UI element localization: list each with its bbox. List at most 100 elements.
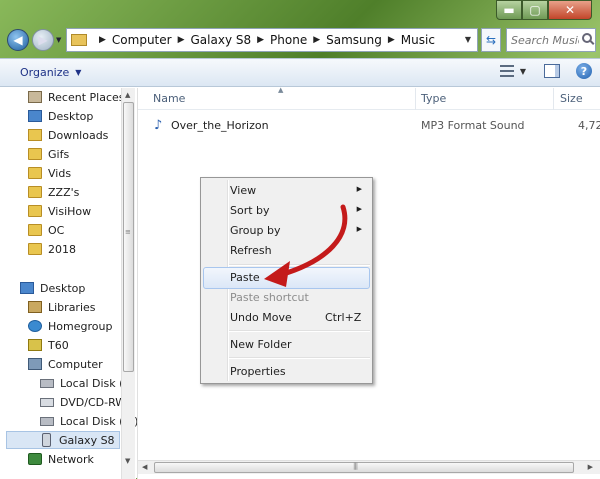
more-options-icon[interactable]: ▼ bbox=[520, 67, 526, 76]
breadcrumb-phone[interactable]: Phone bbox=[270, 33, 307, 47]
menu-item-new-folder[interactable]: New Folder bbox=[203, 334, 370, 356]
sidebar-item-t60[interactable]: T60 bbox=[28, 336, 69, 354]
sidebar-item-computer[interactable]: Computer bbox=[28, 355, 103, 373]
local-disk-icon bbox=[40, 378, 54, 388]
file-type: MP3 Format Sound bbox=[421, 119, 525, 132]
sidebar-item-homegroup[interactable]: Homegroup bbox=[28, 317, 112, 335]
computer-icon bbox=[28, 358, 42, 370]
address-bar[interactable]: ▶ Computer ▶ Galaxy S8 ▶ Phone ▶ Samsung… bbox=[66, 28, 478, 52]
folder-icon bbox=[28, 148, 42, 160]
breadcrumb-chevron-icon[interactable]: ▶ bbox=[388, 35, 395, 45]
menu-item-label: Properties bbox=[230, 365, 286, 378]
column-size[interactable]: Size bbox=[560, 92, 583, 105]
sidebar-item-label: Libraries bbox=[48, 300, 96, 314]
preview-pane-icon[interactable] bbox=[544, 64, 560, 78]
scrollbar-thumb[interactable] bbox=[123, 102, 134, 372]
menu-item-properties[interactable]: Properties bbox=[203, 361, 370, 383]
sidebar-item-downloads[interactable]: Downloads bbox=[28, 126, 108, 144]
music-file-icon: ♪ bbox=[154, 118, 163, 133]
search-input[interactable] bbox=[507, 29, 579, 51]
folder-icon bbox=[28, 224, 42, 236]
column-divider[interactable] bbox=[415, 88, 416, 110]
forward-button[interactable]: ▶ bbox=[32, 29, 54, 51]
menu-item-label: Paste shortcut bbox=[230, 291, 309, 304]
nav-pane-scrollbar[interactable]: ▲ ≡ ▼ bbox=[121, 88, 135, 479]
breadcrumb-galaxy-s8[interactable]: Galaxy S8 bbox=[191, 33, 252, 47]
sidebar-item-dvd-drive[interactable]: DVD/CD-RW bbox=[40, 393, 126, 411]
sidebar-item-desktop-root[interactable]: Desktop bbox=[20, 279, 85, 297]
desktop-icon bbox=[28, 110, 42, 122]
close-button[interactable]: ✕ bbox=[548, 0, 592, 20]
sidebar-item-label: Homegroup bbox=[48, 319, 113, 333]
scroll-grip-icon: ||| bbox=[353, 462, 358, 470]
dvd-drive-icon bbox=[40, 397, 54, 407]
sidebar-item-recent-places[interactable]: Recent Places bbox=[28, 88, 125, 106]
horizontal-scrollbar[interactable]: ◀ ||| ▶ bbox=[138, 460, 600, 474]
breadcrumb-chevron-icon[interactable]: ▶ bbox=[257, 35, 264, 45]
sidebar-item-label: Gifs bbox=[48, 147, 70, 161]
desktop-icon bbox=[20, 282, 34, 294]
sidebar-item-label: VisiHow bbox=[48, 204, 92, 218]
column-divider[interactable] bbox=[553, 88, 554, 110]
network-icon bbox=[28, 453, 42, 465]
back-button[interactable]: ◀ bbox=[7, 29, 29, 51]
sidebar-item-gifs[interactable]: Gifs bbox=[28, 145, 69, 163]
breadcrumb-chevron-icon[interactable]: ▶ bbox=[99, 35, 106, 45]
scroll-up-icon[interactable]: ▲ bbox=[125, 91, 130, 99]
breadcrumb-music[interactable]: Music bbox=[401, 33, 435, 47]
breadcrumb-chevron-icon[interactable]: ▶ bbox=[313, 35, 320, 45]
sidebar-item-oc[interactable]: OC bbox=[28, 221, 64, 239]
search-box[interactable] bbox=[506, 28, 596, 52]
chevron-down-icon: ▼ bbox=[75, 68, 82, 77]
sidebar-item-2018[interactable]: 2018 bbox=[28, 240, 76, 258]
scroll-left-icon[interactable]: ◀ bbox=[142, 463, 147, 471]
search-icon[interactable] bbox=[582, 33, 592, 43]
scroll-right-icon[interactable]: ▶ bbox=[588, 463, 593, 471]
menu-item-label: Undo Move bbox=[230, 311, 292, 324]
scroll-down-icon[interactable]: ▼ bbox=[125, 457, 130, 465]
navigation-pane: Recent Places Desktop Downloads Gifs Vid… bbox=[0, 88, 138, 479]
menu-item-paste-shortcut[interactable]: Paste shortcut bbox=[203, 287, 370, 309]
phone-icon bbox=[42, 433, 51, 447]
sidebar-item-galaxy-s8[interactable]: Galaxy S8 bbox=[6, 431, 120, 449]
help-icon[interactable]: ? bbox=[576, 63, 592, 79]
breadcrumb-samsung[interactable]: Samsung bbox=[326, 33, 382, 47]
file-row[interactable]: ♪ Over_the_Horizon MP3 Format Sound 4,72 bbox=[138, 117, 600, 135]
minimize-button[interactable]: ▬ bbox=[496, 0, 522, 20]
address-dropdown-icon[interactable]: ▼ bbox=[465, 35, 471, 44]
scrollbar-thumb[interactable] bbox=[154, 462, 574, 473]
column-name[interactable]: Name bbox=[153, 92, 185, 105]
menu-item-label: New Folder bbox=[230, 338, 292, 351]
menu-item-undo-move[interactable]: Undo Move Ctrl+Z bbox=[203, 307, 370, 329]
scroll-grip-icon: ≡ bbox=[125, 228, 131, 236]
sidebar-item-visihow[interactable]: VisiHow bbox=[28, 202, 91, 220]
sidebar-item-label: OC bbox=[48, 223, 65, 237]
downloads-icon bbox=[28, 129, 42, 141]
refresh-icon[interactable]: ⇆ bbox=[481, 28, 501, 52]
menu-separator bbox=[229, 357, 370, 359]
user-icon bbox=[28, 339, 42, 351]
sidebar-item-zzzs[interactable]: ZZZ's bbox=[28, 183, 79, 201]
folder-icon bbox=[28, 167, 42, 179]
sidebar-item-libraries[interactable]: Libraries bbox=[28, 298, 96, 316]
breadcrumb-computer[interactable]: Computer bbox=[112, 33, 172, 47]
sort-ascending-icon: ▲ bbox=[278, 86, 284, 94]
sidebar-item-label: Network bbox=[48, 452, 94, 466]
breadcrumb-chevron-icon[interactable]: ▶ bbox=[178, 35, 185, 45]
sidebar-item-label: Galaxy S8 bbox=[59, 433, 115, 447]
sidebar-item-network[interactable]: Network bbox=[28, 450, 94, 468]
organize-label: Organize bbox=[20, 66, 70, 79]
command-bar: Organize ▼ ▼ ? bbox=[0, 59, 600, 87]
maximize-button[interactable]: ▢ bbox=[522, 0, 548, 20]
sidebar-item-desktop[interactable]: Desktop bbox=[28, 107, 93, 125]
sidebar-item-label: Vids bbox=[48, 166, 72, 180]
organize-button[interactable]: Organize ▼ bbox=[20, 66, 81, 79]
window-controls: ▬ ▢ ✕ bbox=[496, 0, 592, 20]
column-type[interactable]: Type bbox=[421, 92, 446, 105]
change-view-icon[interactable] bbox=[499, 65, 514, 77]
recent-pages-dropdown-icon[interactable]: ▼ bbox=[56, 36, 61, 44]
sidebar-item-vids[interactable]: Vids bbox=[28, 164, 71, 182]
homegroup-icon bbox=[28, 320, 42, 332]
sidebar-item-label: T60 bbox=[48, 338, 69, 352]
sidebar-item-label: 2018 bbox=[48, 242, 76, 256]
